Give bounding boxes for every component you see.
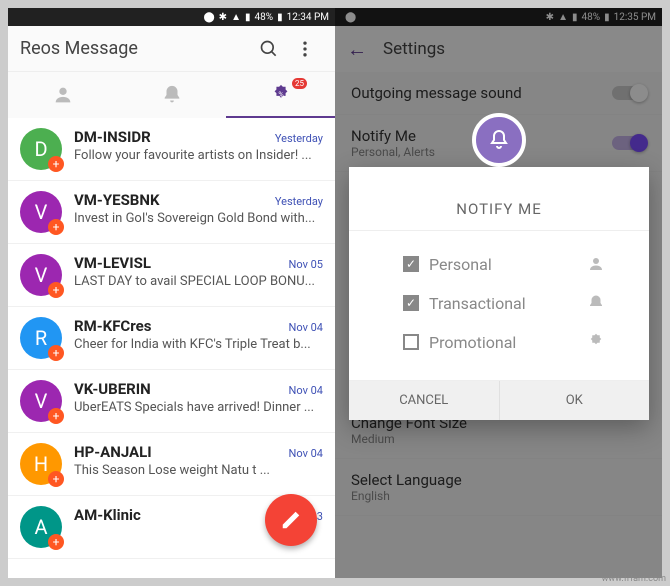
checkbox-transactional[interactable]: ✓ (403, 295, 419, 311)
message-date: Yesterday (275, 195, 323, 208)
conversation-row[interactable]: V+ VM-YESBNK Yesterday Invest in GoI's Sove… (8, 181, 335, 244)
checkbox-promotional[interactable] (403, 334, 419, 350)
notification-icon: ⬤ (203, 12, 214, 23)
tab-personal[interactable] (8, 72, 117, 118)
conversation-row[interactable]: V+ VK-UBERIN Nov 04 UberEATS Specials have … (8, 370, 335, 433)
notify-dialog: NOTIFY ME ✓ Personal ✓ Transactional (349, 167, 649, 420)
option-personal[interactable]: ✓ Personal (373, 245, 625, 284)
sender-name: RM-KFCres (74, 317, 151, 335)
discount-icon (587, 333, 605, 351)
tab-bar: % 25 (8, 72, 335, 118)
message-date: Nov 04 (289, 447, 323, 460)
message-snippet: Follow your favourite artists on Insider… (74, 148, 323, 163)
dialog-overlay: NOTIFY ME ✓ Personal ✓ Transactional (335, 8, 662, 578)
phone-settings: ⬤ ✱ ▲ ▮ 48% ▮ 12:35 PM ← Settings Outgoi… (335, 8, 662, 578)
message-snippet: This Season Lose weight Natu t ... (74, 463, 323, 478)
avatar: D+ (20, 128, 62, 170)
sender-name: AM-Klinic (74, 506, 141, 524)
message-snippet: Invest in GoI's Sovereign Gold Bond with… (74, 211, 323, 226)
dialog-bell-icon (472, 113, 526, 167)
bell-icon (161, 84, 183, 106)
conversation-row[interactable]: H+ HP-ANJALI Nov 04 This Season Lose weight… (8, 433, 335, 496)
overflow-button[interactable] (287, 31, 323, 67)
add-icon: + (48, 408, 64, 424)
status-bar: ⬤ ✱ ▲ ▮ 48% ▮ 12:34 PM (8, 8, 335, 26)
avatar: V+ (20, 254, 62, 296)
tab-alerts[interactable] (117, 72, 226, 118)
battery-icon: ▮ (277, 12, 283, 23)
option-promotional[interactable]: Promotional (373, 323, 625, 362)
discount-icon: % (270, 84, 292, 106)
add-icon: + (48, 471, 64, 487)
message-snippet: UberEATS Specials have arrived! Dinner .… (74, 400, 323, 415)
sender-name: VK-UBERIN (74, 380, 151, 398)
conversation-list: D+ DM-INSIDR Yesterday Follow your favourit… (8, 118, 335, 559)
search-icon (259, 39, 279, 59)
avatar: A+ (20, 506, 62, 548)
person-icon (52, 84, 74, 106)
checkbox-personal[interactable]: ✓ (403, 256, 419, 272)
add-icon: + (48, 534, 64, 550)
message-date: Nov 04 (289, 321, 323, 334)
promo-badge: 25 (292, 78, 307, 89)
conversation-row[interactable]: V+ VM-LEVISL Nov 05 LAST DAY to avail SPECI… (8, 244, 335, 307)
dialog-title: NOTIFY ME (349, 194, 649, 231)
bell-icon (587, 294, 605, 312)
tab-promo[interactable]: % 25 (226, 72, 335, 118)
phone-messages: ⬤ ✱ ▲ ▮ 48% ▮ 12:34 PM Reos Message % 25… (8, 8, 335, 578)
add-icon: + (48, 156, 64, 172)
conversation-row[interactable]: D+ DM-INSIDR Yesterday Follow your favourit… (8, 118, 335, 181)
sender-name: VM-LEVISL (74, 254, 151, 272)
add-icon: + (48, 345, 64, 361)
message-date: Yesterday (275, 132, 323, 145)
watermark: www.frfam.com (602, 574, 666, 584)
avatar: H+ (20, 443, 62, 485)
search-button[interactable] (251, 31, 287, 67)
cancel-button[interactable]: CANCEL (349, 381, 499, 420)
bluetooth-icon: ✱ (219, 12, 227, 23)
app-title: Reos Message (20, 38, 251, 59)
avatar: V+ (20, 191, 62, 233)
compose-icon (280, 509, 302, 531)
sender-name: VM-YESBNK (74, 191, 160, 209)
avatar: V+ (20, 380, 62, 422)
message-date: Nov 05 (289, 258, 323, 271)
option-transactional[interactable]: ✓ Transactional (373, 284, 625, 323)
conversation-row[interactable]: R+ RM-KFCres Nov 04 Cheer for India with KF… (8, 307, 335, 370)
svg-text:%: % (278, 90, 284, 99)
option-label: Transactional (429, 294, 526, 313)
sender-name: DM-INSIDR (74, 128, 151, 146)
battery-text: 48% (254, 12, 273, 23)
option-label: Personal (429, 255, 492, 274)
add-icon: + (48, 282, 64, 298)
avatar: R+ (20, 317, 62, 359)
ok-button[interactable]: OK (499, 381, 650, 420)
wifi-icon: ▲ (231, 12, 241, 23)
person-icon (587, 255, 605, 273)
message-date: Nov 04 (289, 384, 323, 397)
message-snippet: Cheer for India with KFC's Triple Treat … (74, 337, 323, 352)
app-header: Reos Message (8, 26, 335, 72)
clock-text: 12:34 PM (287, 12, 329, 23)
option-label: Promotional (429, 333, 516, 352)
compose-fab[interactable] (265, 494, 317, 546)
message-snippet: LAST DAY to avail SPECIAL LOOP BONU... (74, 274, 323, 289)
signal-icon: ▮ (245, 12, 251, 23)
sender-name: HP-ANJALI (74, 443, 152, 461)
add-icon: + (48, 219, 64, 235)
more-vert-icon (295, 39, 315, 59)
